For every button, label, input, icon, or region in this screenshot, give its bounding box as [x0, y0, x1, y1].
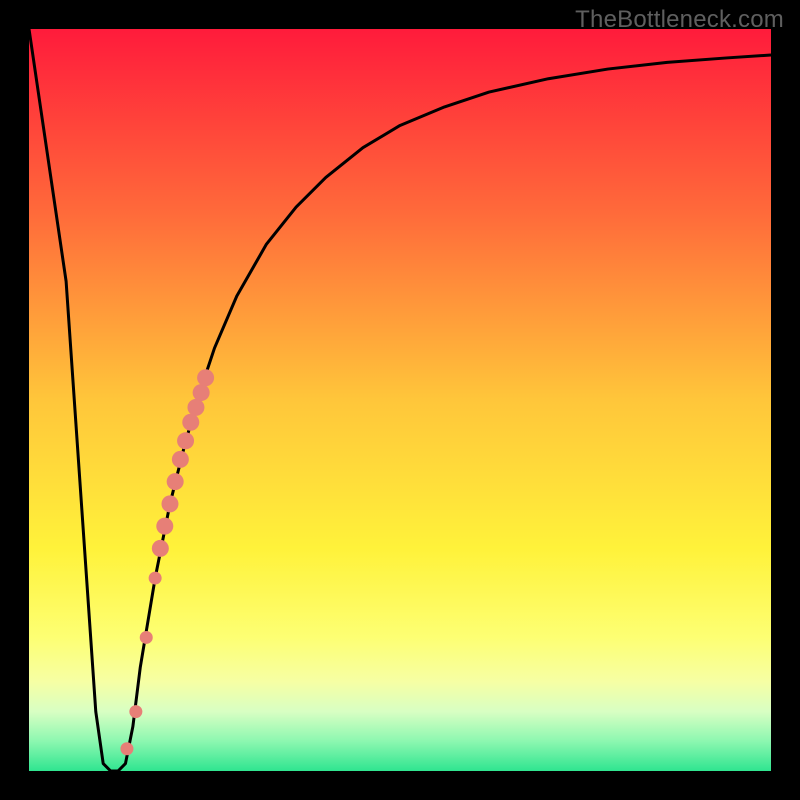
watermark-text: TheBottleneck.com	[575, 6, 784, 34]
data-marker	[177, 432, 194, 449]
data-marker	[161, 495, 178, 512]
data-marker	[149, 572, 162, 585]
data-marker	[140, 631, 153, 644]
data-marker	[167, 473, 184, 490]
data-marker	[120, 742, 133, 755]
data-marker	[187, 399, 204, 416]
data-marker	[152, 540, 169, 557]
data-marker	[172, 451, 189, 468]
plot-area	[29, 29, 771, 771]
data-marker	[129, 705, 142, 718]
data-marker	[193, 384, 210, 401]
data-marker	[156, 518, 173, 535]
data-marker	[197, 369, 214, 386]
chart-frame: TheBottleneck.com	[0, 0, 800, 800]
chart-svg	[29, 29, 771, 771]
data-marker	[182, 414, 199, 431]
